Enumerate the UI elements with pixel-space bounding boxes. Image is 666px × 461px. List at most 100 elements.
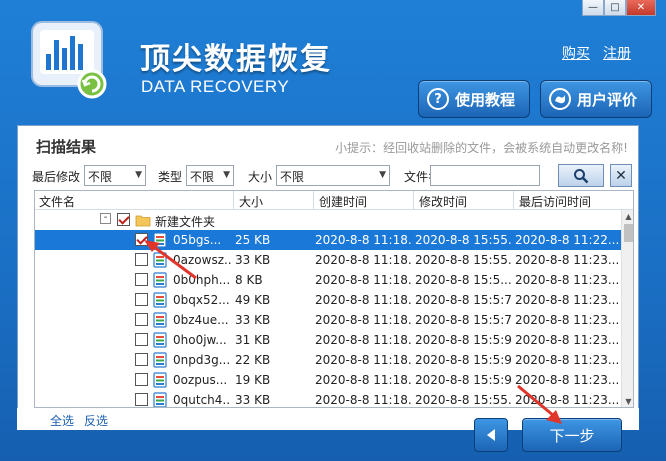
- document-icon: [153, 252, 167, 268]
- scan-results-panel: 扫描结果 小提示：经回收站删除的文件，会被系统自动更改名称! 最后修改 不限 ▼…: [17, 125, 639, 412]
- file-accessed: 2020-8-8 11:23...: [515, 253, 619, 267]
- clear-search-button[interactable]: ✕: [610, 164, 632, 187]
- folder-row[interactable]: - 新建文件夹: [35, 210, 621, 230]
- table-header: 文件名 大小 创建时间 修改时间 最后访问时间: [35, 191, 633, 210]
- file-tree: - 新建文件夹 05bgs... 25 KB 2020-8-8 11:18... 20…: [35, 210, 621, 407]
- app-subtitle: DATA RECOVERY: [141, 77, 290, 96]
- file-checkbox[interactable]: [135, 333, 148, 346]
- column-divider[interactable]: [413, 191, 414, 210]
- file-size: 19 KB: [235, 373, 271, 387]
- table-row[interactable]: 0bz4ue... 33 KB 2020-8-8 11:18... 2020-8-8 …: [35, 310, 621, 330]
- column-divider[interactable]: [313, 191, 314, 210]
- collapse-toggle[interactable]: -: [100, 213, 111, 224]
- search-button[interactable]: [558, 164, 604, 187]
- file-name: 0azowsz...: [173, 253, 231, 267]
- table-row[interactable]: 0qutch4... 33 KB 2020-8-8 11:18... 2020-8-8…: [35, 390, 621, 407]
- file-accessed: 2020-8-8 11:23...: [515, 353, 619, 367]
- file-size: 31 KB: [235, 333, 271, 347]
- last-modified-select[interactable]: 不限 ▼: [84, 165, 146, 186]
- file-accessed: 2020-8-8 11:23...: [515, 393, 619, 407]
- selection-links: 全选 反选: [50, 412, 108, 429]
- top-links: 购买 注册: [562, 43, 631, 63]
- app-window: 顶尖数据恢复 DATA RECOVERY — □ ✕ 购买 注册 ? 使用教程 …: [0, 0, 666, 461]
- last-modified-label: 最后修改: [32, 170, 81, 184]
- scroll-thumb[interactable]: [624, 224, 633, 242]
- column-header-modified[interactable]: 修改时间: [419, 193, 467, 210]
- document-icon: [153, 232, 167, 248]
- select-all-link[interactable]: 全选: [50, 412, 74, 429]
- vertical-scrollbar[interactable]: ▲ ▼: [621, 210, 633, 407]
- table-row[interactable]: 0ho0jw... 31 KB 2020-8-8 11:18... 2020-8-8 …: [35, 330, 621, 350]
- file-modified: 2020-8-8 15:5:9: [415, 353, 511, 367]
- file-checkbox[interactable]: [135, 233, 148, 246]
- column-header-created[interactable]: 创建时间: [319, 193, 367, 210]
- file-size: 33 KB: [235, 393, 271, 407]
- table-row[interactable]: 0b0hph... 8 KB 2020-8-8 11:18... 2020-8-8 1…: [35, 270, 621, 290]
- file-checkbox[interactable]: [135, 353, 148, 366]
- file-checkbox[interactable]: [135, 373, 148, 386]
- next-step-button[interactable]: 下一步: [522, 418, 622, 452]
- file-checkbox[interactable]: [135, 313, 148, 326]
- table-row[interactable]: 05bgs... 25 KB 2020-8-8 11:18... 2020-8-8 1…: [35, 230, 621, 250]
- file-created: 2020-8-8 11:18...: [315, 393, 411, 407]
- minimize-button[interactable]: —: [582, 0, 604, 16]
- file-created: 2020-8-8 11:18...: [315, 253, 411, 267]
- file-size: 8 KB: [235, 273, 263, 287]
- table-row[interactable]: 0bqx52... 49 KB 2020-8-8 11:18... 2020-8-8 …: [35, 290, 621, 310]
- tutorial-button[interactable]: ? 使用教程: [418, 80, 530, 118]
- file-created: 2020-8-8 11:18...: [315, 353, 411, 367]
- document-icon: [153, 332, 167, 348]
- table-row[interactable]: 0ozpus... 19 KB 2020-8-8 11:18... 2020-8-8 …: [35, 370, 621, 390]
- size-select[interactable]: 不限 ▼: [276, 165, 390, 186]
- column-header-size[interactable]: 大小: [239, 193, 263, 210]
- close-icon: ✕: [636, 2, 646, 13]
- size-label: 大小: [248, 170, 273, 184]
- next-step-label: 下一步: [549, 426, 595, 445]
- file-size: 33 KB: [235, 253, 271, 267]
- column-divider[interactable]: [513, 191, 514, 210]
- maximize-button[interactable]: □: [604, 0, 626, 16]
- file-created: 2020-8-8 11:18...: [315, 373, 411, 387]
- type-value: 不限: [190, 170, 215, 184]
- file-modified: 2020-8-8 15:5...: [415, 273, 511, 287]
- column-header-accessed[interactable]: 最后访问时间: [519, 193, 591, 210]
- magnifier-icon: [574, 168, 589, 183]
- folder-name: 新建文件夹: [155, 215, 216, 229]
- close-icon: ✕: [615, 167, 627, 184]
- register-link[interactable]: 注册: [603, 43, 631, 63]
- document-icon: [153, 292, 167, 308]
- scroll-up-icon[interactable]: ▲: [622, 210, 633, 223]
- table-row[interactable]: 0azowsz... 33 KB 2020-8-8 11:18... 2020-8-8…: [35, 250, 621, 270]
- app-title: 顶尖数据恢复: [140, 42, 332, 77]
- close-window-button[interactable]: ✕: [626, 0, 656, 16]
- folder-icon: [135, 215, 151, 227]
- folder-checkbox[interactable]: [117, 213, 130, 226]
- document-icon: [153, 372, 167, 388]
- file-size: 22 KB: [235, 353, 271, 367]
- file-size: 49 KB: [235, 293, 271, 307]
- invert-selection-link[interactable]: 反选: [84, 412, 108, 429]
- user-review-button[interactable]: 用户评价: [540, 80, 652, 118]
- chevron-down-icon: ▼: [135, 170, 142, 180]
- file-checkbox[interactable]: [135, 293, 148, 306]
- buy-link[interactable]: 购买: [562, 43, 590, 63]
- file-checkbox[interactable]: [135, 253, 148, 266]
- last-modified-value: 不限: [88, 170, 113, 184]
- column-header-name[interactable]: 文件名: [39, 193, 75, 210]
- file-size: 33 KB: [235, 313, 271, 327]
- back-button[interactable]: [474, 418, 508, 452]
- file-modified: 2020-8-8 15:5:7: [415, 293, 511, 307]
- file-created: 2020-8-8 11:18...: [315, 273, 411, 287]
- file-modified: 2020-8-8 15:5:9: [415, 373, 511, 387]
- chevron-down-icon: ▼: [223, 170, 230, 180]
- file-accessed: 2020-8-8 11:23...: [515, 293, 619, 307]
- table-row[interactable]: 0npd3g... 22 KB 2020-8-8 11:18... 2020-8-8 …: [35, 350, 621, 370]
- scroll-down-icon[interactable]: ▼: [622, 395, 633, 407]
- file-checkbox[interactable]: [135, 273, 148, 286]
- type-select[interactable]: 不限 ▼: [186, 165, 234, 186]
- column-divider[interactable]: [233, 191, 234, 210]
- filename-input[interactable]: [430, 165, 540, 186]
- file-checkbox[interactable]: [135, 393, 148, 406]
- arrow-left-icon: [487, 429, 495, 441]
- file-name: 05bgs...: [173, 233, 222, 247]
